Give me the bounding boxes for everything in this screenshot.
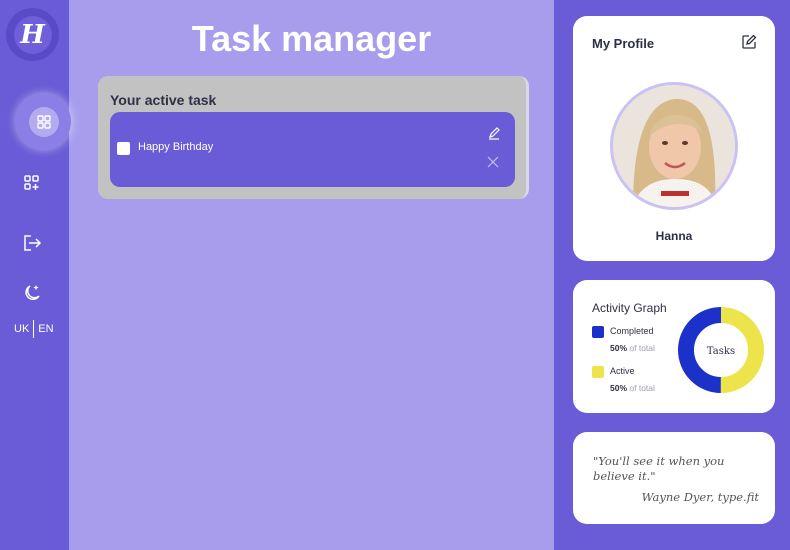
activity-heading: Activity Graph xyxy=(592,301,667,315)
logout-icon[interactable] xyxy=(21,232,43,254)
language-switch: UK EN xyxy=(14,320,54,338)
page-title: Task manager xyxy=(191,18,432,59)
moon-stars-icon[interactable] xyxy=(21,282,43,304)
legend-active-label: Active xyxy=(610,366,635,376)
logo[interactable]: H xyxy=(6,8,59,61)
sidebar: H UK EN xyxy=(0,0,71,550)
right-panel: My Profile Hanna Activity Graph Complete… xyxy=(554,0,790,550)
add-grid-icon[interactable] xyxy=(21,172,43,194)
quote-text: "You'll see it when you believe it." xyxy=(593,454,725,483)
profile-name: Hanna xyxy=(655,229,693,243)
lang-uk[interactable]: UK xyxy=(14,323,29,335)
close-icon[interactable] xyxy=(487,155,499,168)
active-task-panel: Your active task Happy Birthday xyxy=(98,76,529,199)
donut-center-label: Tasks xyxy=(707,346,735,357)
lang-en[interactable]: EN xyxy=(38,323,53,335)
legend-completed-label: Completed xyxy=(610,326,654,336)
active-task-heading: Your active task xyxy=(110,92,217,108)
task-name: Happy Birthday xyxy=(138,141,214,153)
legend-active-pct: 50% of total xyxy=(610,383,655,393)
activity-card: Activity Graph Completed 50% of total Ac… xyxy=(573,280,775,413)
lang-divider xyxy=(33,320,35,338)
profile-heading: My Profile xyxy=(592,36,655,51)
activity-donut-chart: Tasks xyxy=(678,307,764,393)
profile-card: My Profile Hanna xyxy=(573,16,775,261)
avatar xyxy=(610,82,738,210)
legend-active-swatch xyxy=(592,366,604,378)
task-card: Happy Birthday xyxy=(110,112,515,187)
quote-author: Wayne Dyer, type.fit xyxy=(641,490,759,504)
grid-icon xyxy=(28,106,59,137)
pencil-icon[interactable] xyxy=(487,126,501,140)
task-checkbox[interactable] xyxy=(117,142,130,155)
legend-completed-pct: 50% of total xyxy=(610,343,655,353)
logo-letter: H xyxy=(13,15,52,54)
quote-card: "You'll see it when you believe it." Way… xyxy=(573,432,775,524)
nav-dashboard-button[interactable] xyxy=(16,94,71,149)
edit-profile-icon[interactable] xyxy=(741,34,757,50)
legend-completed-swatch xyxy=(592,326,604,338)
